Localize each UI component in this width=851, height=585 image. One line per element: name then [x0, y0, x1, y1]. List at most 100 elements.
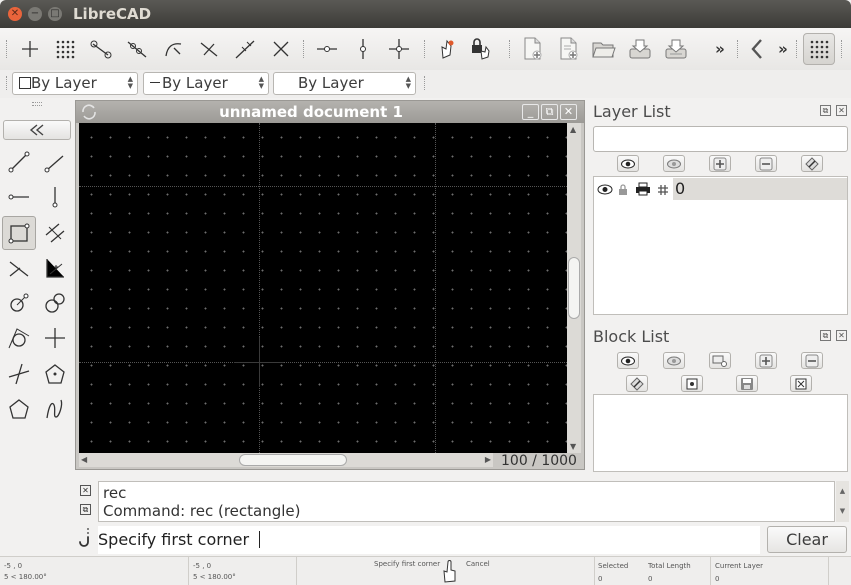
show-all-layers-button[interactable] — [617, 155, 639, 172]
line-vertical-icon[interactable] — [38, 180, 72, 214]
trim-tool-icon[interactable] — [2, 357, 36, 391]
new-from-template-icon[interactable] — [555, 36, 581, 62]
back-button[interactable] — [3, 120, 71, 140]
document-minimize-button[interactable]: _ — [522, 104, 539, 120]
toolbar-grip[interactable] — [424, 76, 427, 90]
document-close-button[interactable]: ✕ — [560, 104, 577, 120]
restrict-horizontal-icon[interactable] — [314, 36, 340, 62]
mouse-left-action: Specify first corner — [374, 560, 441, 568]
toolbar-grip[interactable] — [6, 40, 9, 58]
insert-block-button[interactable] — [790, 375, 812, 392]
window-title: LibreCAD — [73, 5, 152, 23]
snap-distance-icon[interactable] — [232, 36, 258, 62]
palette-grip[interactable] — [32, 102, 42, 106]
snap-endpoint-icon[interactable] — [88, 36, 114, 62]
relative-zero-icon[interactable] — [434, 36, 460, 62]
line-bisector-icon[interactable] — [2, 251, 36, 285]
lock-relative-zero-icon[interactable] — [468, 36, 494, 62]
dock-float-icon[interactable]: ⧉ — [820, 330, 831, 341]
linetype-icon — [150, 82, 160, 83]
command-float-icon[interactable]: ⧉ — [80, 504, 91, 515]
layer-lock-icon[interactable] — [618, 183, 628, 196]
edit-layer-button[interactable] — [801, 155, 823, 172]
save-as-icon[interactable] — [663, 36, 689, 62]
new-file-icon[interactable] — [519, 36, 545, 62]
close-window-button[interactable]: ✕ — [8, 7, 22, 21]
horizontal-scroll-thumb[interactable] — [239, 454, 347, 466]
line-angle-icon[interactable] — [38, 145, 72, 179]
command-close-icon[interactable]: ✕ — [80, 485, 91, 496]
maximize-window-button[interactable]: □ — [48, 7, 62, 21]
toolbar-overflow-icon[interactable]: » — [770, 36, 796, 62]
save-block-button[interactable] — [736, 375, 758, 392]
layer-construction-icon[interactable] — [657, 184, 669, 196]
line-tangent-icon[interactable] — [38, 251, 72, 285]
document-titlebar[interactable]: unnamed document 1 _ ⧉ ✕ — [76, 101, 584, 123]
document-title: unnamed document 1 — [219, 103, 403, 121]
document-restore-button[interactable]: ⧉ — [541, 104, 558, 120]
hide-all-blocks-button[interactable] — [663, 352, 685, 369]
toolbar-grip[interactable] — [796, 40, 799, 58]
toolbar-grip[interactable] — [303, 40, 306, 58]
point-tool-icon[interactable] — [38, 321, 72, 355]
layer-filter-input[interactable] — [593, 126, 848, 152]
restrict-orthogonal-icon[interactable] — [386, 36, 412, 62]
layer-visible-eye-icon[interactable] — [597, 184, 613, 195]
line-parallel-icon[interactable] — [38, 216, 72, 250]
snap-on-entity-icon[interactable] — [124, 36, 150, 62]
dock-close-icon[interactable]: ✕ — [836, 105, 847, 116]
back-icon[interactable] — [744, 36, 770, 62]
line-horizontal-icon[interactable] — [2, 180, 36, 214]
vertical-scroll-thumb[interactable] — [568, 257, 580, 319]
minimize-window-button[interactable]: − — [28, 7, 42, 21]
linewidth-combo[interactable]: By Layer ▲ ▼ — [273, 72, 416, 95]
toolbar-grip[interactable] — [424, 40, 427, 58]
circle-3points-icon[interactable] — [2, 321, 36, 355]
color-combo[interactable]: By Layer ▲ ▼ — [12, 72, 138, 95]
zoom-readout: 100 / 1000 — [501, 453, 577, 469]
add-layer-button[interactable] — [709, 155, 731, 172]
circle-center-point-icon[interactable] — [2, 286, 36, 320]
snap-grid-icon[interactable] — [52, 36, 78, 62]
layer-list: 0 — [593, 176, 848, 315]
line-2points-icon[interactable] — [2, 145, 36, 179]
grid-line — [259, 123, 260, 453]
dock-float-icon[interactable]: ⧉ — [820, 105, 831, 116]
open-folder-icon[interactable] — [591, 36, 617, 62]
toolbar-grip[interactable] — [737, 40, 740, 58]
drawing-canvas[interactable] — [79, 123, 567, 453]
toolbar-grip[interactable] — [509, 40, 512, 58]
horizontal-scrollbar[interactable]: ◀ ▶ — [79, 453, 493, 467]
snap-center-icon[interactable] — [160, 36, 186, 62]
rectangle-tool-icon[interactable] — [2, 216, 36, 250]
snap-middle-icon[interactable] — [196, 36, 222, 62]
save-icon[interactable] — [627, 36, 653, 62]
polygon-corner-icon[interactable] — [2, 392, 36, 426]
remove-layer-button[interactable] — [755, 155, 777, 172]
rename-block-button[interactable] — [626, 375, 648, 392]
command-history-scrollbar[interactable]: ▲ ▼ — [836, 481, 849, 522]
restrict-vertical-icon[interactable] — [350, 36, 376, 62]
show-all-blocks-button[interactable] — [617, 352, 639, 369]
toolbar-overflow-icon[interactable]: » — [707, 36, 733, 62]
edit-block-button[interactable] — [681, 375, 703, 392]
layer-row[interactable]: 0 — [594, 178, 847, 200]
polygon-center-icon[interactable] — [38, 357, 72, 391]
add-block-button[interactable] — [755, 352, 777, 369]
clear-button[interactable]: Clear — [767, 526, 847, 553]
snap-free-icon[interactable] — [17, 36, 43, 62]
create-block-button[interactable] — [709, 352, 731, 369]
grid-toggle-button[interactable] — [803, 33, 835, 65]
hide-all-layers-button[interactable] — [663, 155, 685, 172]
linetype-combo[interactable]: By Layer ▲ ▼ — [143, 72, 269, 95]
layer-attributes-icon — [805, 156, 819, 171]
remove-block-button[interactable] — [801, 352, 823, 369]
circle-2points-icon[interactable] — [38, 286, 72, 320]
dock-close-icon[interactable]: ✕ — [836, 330, 847, 341]
toolbar-grip[interactable] — [841, 40, 844, 58]
layer-print-icon[interactable] — [635, 182, 651, 196]
vertical-scrollbar[interactable]: ▲ ▼ — [567, 123, 581, 453]
snap-intersection-icon[interactable] — [268, 36, 294, 62]
spline-tool-icon[interactable] — [38, 392, 72, 426]
toolbar-grip[interactable] — [6, 76, 9, 90]
